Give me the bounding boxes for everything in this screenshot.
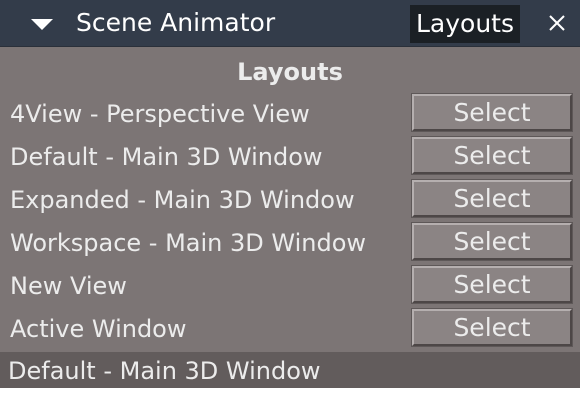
select-layout-button[interactable]: Select xyxy=(411,222,573,261)
layout-row: Expanded - Main 3D Window Select xyxy=(0,179,580,219)
tab-layouts[interactable]: Layouts xyxy=(410,5,520,43)
layout-row: Active Window Select xyxy=(0,308,580,348)
layout-row: Default - Main 3D Window Select xyxy=(0,136,580,176)
layout-name: Default - Main 3D Window xyxy=(10,143,323,171)
layout-name: Workspace - Main 3D Window xyxy=(10,229,367,257)
layout-row: New View Select xyxy=(0,265,580,305)
select-layout-button[interactable]: Select xyxy=(411,93,573,132)
panel-titlebar: Scene Animator Layouts xyxy=(0,0,580,47)
layout-row: 4View - Perspective View Select xyxy=(0,93,580,133)
current-layout-status: Default - Main 3D Window xyxy=(8,357,321,385)
layout-row: Workspace - Main 3D Window Select xyxy=(0,222,580,262)
select-layout-button[interactable]: Select xyxy=(411,308,573,347)
layout-name: New View xyxy=(10,272,127,300)
select-layout-button[interactable]: Select xyxy=(411,136,573,175)
select-layout-button[interactable]: Select xyxy=(411,179,573,218)
layout-name: Active Window xyxy=(10,315,187,343)
panel-title: Scene Animator xyxy=(76,8,276,37)
close-icon[interactable] xyxy=(545,11,569,35)
layout-name: 4View - Perspective View xyxy=(10,100,310,128)
status-bar: Default - Main 3D Window xyxy=(0,352,580,388)
section-header: Layouts xyxy=(237,58,343,86)
select-layout-button[interactable]: Select xyxy=(411,265,573,304)
layout-name: Expanded - Main 3D Window xyxy=(10,186,355,214)
scene-animator-panel: Scene Animator Layouts Layouts 4View - P… xyxy=(0,0,580,388)
collapse-triangle-icon[interactable] xyxy=(31,19,53,30)
